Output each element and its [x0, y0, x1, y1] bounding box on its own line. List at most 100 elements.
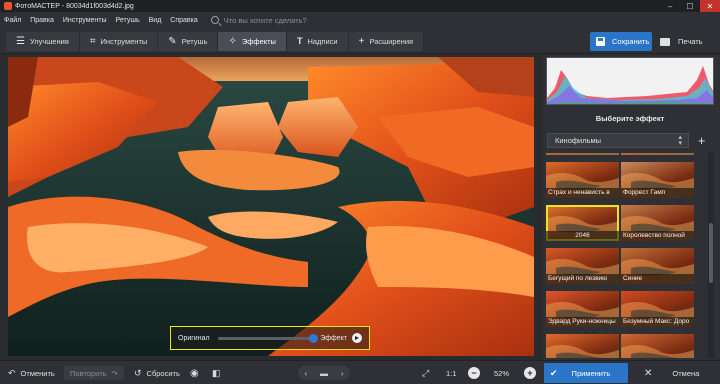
effect-thumbnail-label: Эдвард Руки-ножницы	[546, 317, 619, 327]
effect-thumbnail[interactable]: Страх и ненависть в	[546, 162, 619, 198]
close-icon: ✕	[644, 367, 653, 379]
effects-header: Выберите эффект	[595, 113, 665, 123]
scrollbar-thumb[interactable]	[709, 223, 713, 283]
search-box[interactable]: Что вы хотите сделать?	[210, 16, 307, 25]
tab-retouch[interactable]: ✎ Ретушь	[158, 32, 219, 51]
menu-retouch[interactable]: Ретушь	[116, 17, 140, 24]
tab-extensions[interactable]: + Расширения	[348, 32, 425, 51]
effects-scrollbar[interactable]	[708, 153, 714, 358]
fit-to-screen-button[interactable]: ⤢	[422, 366, 434, 380]
effect-thumbnail-label: Королевство полной	[621, 231, 694, 241]
reset-button[interactable]: ↺ Сбросить	[134, 366, 180, 380]
undo-button[interactable]: ↶ Отменить	[8, 366, 55, 380]
checkmark-icon: ✔	[550, 367, 558, 378]
maximize-button[interactable]: ☐	[680, 0, 700, 12]
tab-label: Инструменты	[100, 37, 148, 46]
menu-edit[interactable]: Правка	[30, 17, 54, 24]
minus-icon: −	[468, 367, 480, 379]
effect-thumbnail-label: Страх и ненависть в	[546, 188, 619, 198]
effect-thumbnails: Страх и ненависть в Форрест Гамп 2046 Корол…	[546, 153, 710, 358]
effect-thumbnail[interactable]	[546, 334, 619, 358]
minimize-button[interactable]: –	[660, 0, 680, 12]
undo-label: Отменить	[20, 368, 55, 378]
window-title: ФотоМАСТЕР - 80034d1f003d4d2.jpg	[15, 2, 134, 10]
category-dropdown[interactable]: Кинофильмы ▴ ▾	[547, 133, 689, 148]
redo-label: Повторить	[70, 368, 107, 378]
enhance-icon: ☰	[16, 35, 25, 47]
histogram-graph	[547, 66, 713, 104]
effect-thumbnail[interactable]	[621, 334, 694, 358]
compare-handle[interactable]	[309, 333, 319, 343]
crop-icon: ⌗	[89, 35, 96, 47]
category-value: Кинофильмы	[555, 136, 602, 145]
undo-icon: ↶	[8, 367, 16, 378]
apply-button[interactable]: ✔ Применить	[544, 363, 628, 383]
search-icon	[210, 16, 219, 24]
tab-enhancements[interactable]: ☰ Улучшения	[6, 32, 80, 51]
thumbnail-image	[546, 345, 619, 358]
compare-track[interactable]	[217, 333, 319, 343]
thumbnail-image	[546, 153, 619, 155]
cancel-button[interactable]: ✕ Отмена	[632, 363, 716, 383]
mode-tabs: ☰ Улучшения ⌗ Инструменты ✎ Ретушь ✧ Эфф…	[6, 32, 425, 51]
effect-thumbnail[interactable]: Бегущий по лезвию	[546, 248, 619, 284]
chevron-updown-icon: ▴ ▾	[678, 134, 682, 147]
effect-thumbnail[interactable]: Королевство полной	[621, 205, 694, 241]
menu-bar: Файл Правка Инструменты Ретушь Вид Справ…	[0, 12, 720, 28]
menu-tools[interactable]: Инструменты	[63, 17, 107, 24]
effect-thumbnail[interactable]	[621, 153, 694, 155]
effect-thumbnail[interactable]: Безумный Макс: Доро	[621, 291, 694, 327]
effect-thumbnail[interactable]: Эдвард Руки-ножницы	[546, 291, 619, 327]
reset-icon: ↺	[134, 367, 142, 378]
app-logo-icon	[4, 2, 12, 10]
play-arrow-icon[interactable]	[352, 333, 362, 343]
zoom-1to1-button[interactable]: 1:1	[446, 366, 456, 380]
tab-label: Ретушь	[181, 37, 208, 46]
tab-label: Расширения	[369, 37, 414, 46]
menu-file[interactable]: Файл	[4, 17, 21, 24]
zoom-in-button[interactable]: +	[524, 366, 536, 380]
fit-screen-icon: ⤢	[422, 367, 430, 378]
next-image-icon[interactable]: ›	[341, 369, 344, 378]
effect-thumbnail-label: Форрест Гамп	[621, 188, 694, 198]
print-button[interactable]: Печать	[656, 32, 714, 51]
effect-thumbnail[interactable]: 2046	[546, 205, 619, 241]
effects-panel: Выберите эффект Кинофильмы ▴ ▾ + Страх и …	[542, 55, 720, 360]
previous-image-icon[interactable]: ‹	[304, 369, 307, 378]
eye-icon: ◉	[190, 367, 199, 379]
canyon-photo	[8, 57, 534, 356]
tab-text[interactable]: T Надписи	[286, 32, 349, 51]
add-effect-button[interactable]: +	[694, 133, 709, 148]
reset-label: Сбросить	[146, 368, 180, 378]
redo-icon: ↷	[111, 368, 118, 378]
zoom-out-button[interactable]: −	[468, 366, 480, 380]
effect-thumbnail-label: Бегущий по лезвию	[546, 274, 619, 284]
tab-label: Эффекты	[241, 37, 276, 46]
effect-thumbnail[interactable]	[546, 153, 619, 155]
effect-label: Эффект	[320, 334, 347, 342]
folder-icon[interactable]: ▬	[320, 369, 328, 378]
tab-effects[interactable]: ✧ Эффекты	[218, 32, 287, 51]
floppy-disk-icon	[596, 37, 605, 46]
magic-wand-icon: ✧	[228, 35, 237, 47]
menu-view[interactable]: Вид	[149, 17, 162, 24]
search-input[interactable]: Что вы хотите сделать?	[224, 16, 307, 25]
effect-thumbnail[interactable]: Форрест Гамп	[621, 162, 694, 198]
effect-thumbnail-label: Безумный Макс: Доро	[621, 317, 694, 327]
window-controls: – ☐ ✕	[660, 0, 720, 12]
apply-label: Применить	[571, 368, 611, 378]
cancel-label: Отмена	[672, 368, 700, 378]
close-button[interactable]: ✕	[700, 0, 720, 12]
save-button[interactable]: Сохранить	[590, 32, 652, 51]
before-after-slider[interactable]: Оригинал Эффект	[170, 326, 370, 350]
redo-button[interactable]: Повторить ↷	[64, 366, 124, 380]
zoom-level: 52%	[494, 368, 510, 378]
text-icon: T	[296, 36, 303, 46]
effect-thumbnail[interactable]: Синие	[621, 248, 694, 284]
preview-toggle[interactable]: ◉	[190, 366, 204, 380]
menu-help[interactable]: Справка	[170, 17, 197, 24]
edited-photo[interactable]	[8, 57, 534, 356]
tab-tools[interactable]: ⌗ Инструменты	[79, 32, 159, 51]
compare-toggle[interactable]: ◧	[212, 366, 226, 380]
title-bar: ФотоМАСТЕР - 80034d1f003d4d2.jpg – ☐ ✕	[0, 0, 720, 12]
